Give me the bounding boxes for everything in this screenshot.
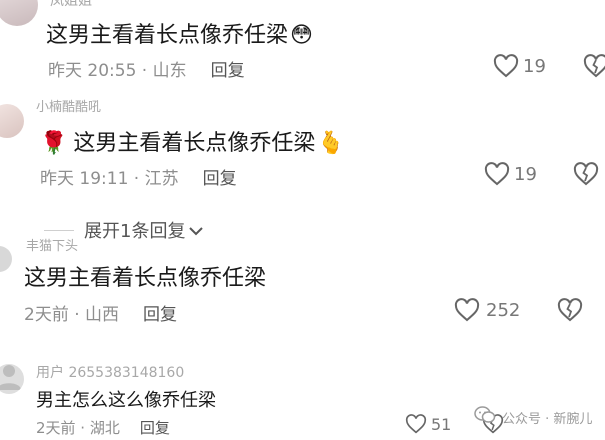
dislike-button[interactable] [583,54,605,78]
like-count: 19 [514,163,537,185]
comment-text: 这男主看着长点像乔任梁 [24,266,267,291]
comment-username[interactable]: 小楠酷酷吼 [36,96,101,115]
heart-icon [484,162,510,186]
like-button[interactable]: 51 [405,414,451,434]
like-count: 19 [523,55,546,77]
comment-text-body: 这男主看着长点像乔任梁 [46,23,289,48]
watermark: 公众号 · 新腕儿 [474,406,592,428]
comment-meta: 昨天 19:11 · 江苏 回复 [40,164,237,189]
like-button[interactable]: 252 [454,298,520,322]
comment-text: 男主怎么这么像乔任梁 [36,390,216,411]
like-count: 252 [486,299,521,321]
comment-username[interactable]: 丰猫下头 [26,235,78,254]
finger-heart-emoji-icon: 🫰 [317,131,345,156]
expand-divider [44,229,74,231]
comment-meta: 昨天 20:55 · 山东 回复 [48,56,245,81]
heart-icon [454,298,480,322]
comment-time-location: 昨天 20:55 · 山东 [48,61,187,81]
comment-meta: 2天前 · 湖北 回复 [36,417,170,438]
watermark-text: 公众号 · 新腕儿 [502,411,593,427]
expand-replies-label: 展开1条回复 [84,221,186,242]
comment-meta: 2天前 · 山西 回复 [24,300,177,325]
user-placeholder-icon [0,364,24,394]
reply-button[interactable]: 回复 [143,300,177,325]
wechat-icon [474,406,496,428]
broken-heart-icon [557,298,583,322]
comment-time-location: 2天前 · 山西 [24,305,120,325]
reply-button[interactable]: 回复 [211,56,245,81]
broken-heart-icon [573,162,599,186]
chevron-down-icon [189,220,204,241]
avatar[interactable] [0,0,38,26]
avatar[interactable] [0,364,24,394]
comment-text: 🌹 这男主看着长点像乔任梁🫰 [40,125,345,157]
reply-button[interactable]: 回复 [203,164,237,189]
avatar[interactable] [0,104,24,138]
like-button[interactable]: 19 [484,162,537,186]
comment-username[interactable]: 用户 2655383148160 [36,362,184,382]
comment-time-location: 昨天 19:11 · 江苏 [40,169,179,189]
broken-heart-icon [583,54,605,78]
like-button[interactable]: 19 [493,54,546,78]
like-count: 51 [431,414,452,434]
comment-username[interactable]: 凤姐姐 [50,0,92,10]
comment-time-location: 2天前 · 湖北 [36,419,120,437]
flushed-emoji-icon: 😳 [290,23,313,48]
heart-icon [405,414,427,434]
avatar[interactable] [0,246,12,272]
comment-text-body: 这男主看着长点像乔任梁 [73,131,316,156]
comment-text: 这男主看着长点像乔任梁😳 [46,17,313,49]
reply-button[interactable]: 回复 [140,417,170,438]
heart-icon [493,54,519,78]
dislike-button[interactable] [573,162,599,186]
rose-emoji-icon: 🌹 [40,131,68,156]
dislike-button[interactable] [557,298,583,322]
